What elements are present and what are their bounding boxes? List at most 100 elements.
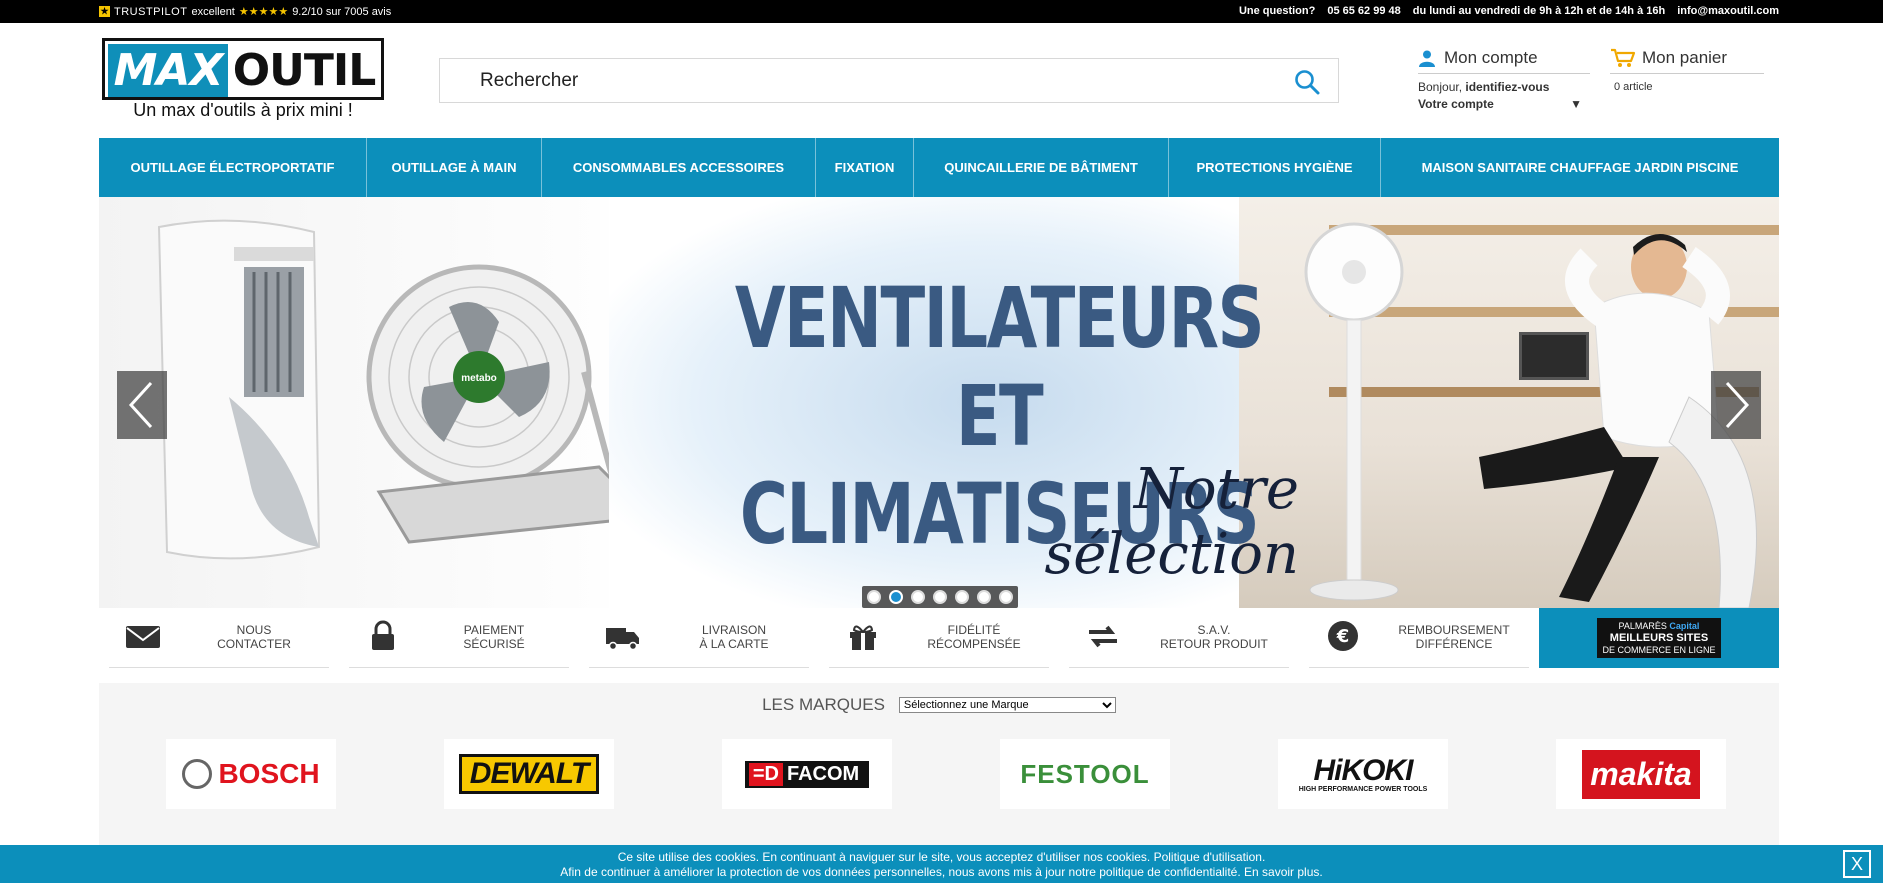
slider-pagination bbox=[862, 586, 1018, 608]
cookie-banner: Ce site utilise des cookies. En continua… bbox=[0, 845, 1883, 883]
reassurance-refund[interactable]: € REMBOURSEMENT DIFFÉRENCE bbox=[1299, 608, 1539, 668]
hero-slider[interactable]: metabo VENTILATEURS ET CLIMATISEURS Notr… bbox=[99, 197, 1779, 608]
brand-logo-hikoki[interactable]: HiKOKI HIGH PERFORMANCE POWER TOOLS bbox=[1278, 739, 1448, 809]
reassurance-label: PAIEMENT SÉCURISÉ bbox=[463, 623, 525, 651]
facom-logo: =D FACOM bbox=[744, 760, 870, 788]
brands-header: LES MARQUES Sélectionnez une Marque bbox=[99, 695, 1779, 715]
fan-brand-label: metabo bbox=[461, 373, 497, 384]
logo-box: MAX OUTIL bbox=[102, 38, 384, 100]
reassurance-contact[interactable]: NOUS CONTACTER bbox=[99, 608, 339, 668]
slider-dot[interactable] bbox=[867, 590, 881, 604]
opening-hours: du lundi au vendredi de 9h à 12h et de 1… bbox=[1412, 5, 1666, 17]
contact-info: Une question? 05 65 62 99 48 du lundi au… bbox=[1239, 5, 1779, 17]
brand-logo-facom[interactable]: =D FACOM bbox=[722, 739, 892, 809]
account-dropdown[interactable]: Votre compte ▼ bbox=[1418, 97, 1590, 111]
main-navigation: OUTILLAGE ÉLECTROPORTATIF OUTILLAGE À MA… bbox=[99, 138, 1779, 197]
account-title: Mon compte bbox=[1444, 48, 1538, 67]
greeting-text: Bonjour, bbox=[1418, 80, 1463, 94]
slider-dot[interactable] bbox=[889, 590, 903, 604]
cart-header: Mon panier bbox=[1610, 48, 1764, 74]
reassurance-payment[interactable]: PAIEMENT SÉCURISÉ bbox=[339, 608, 579, 668]
chevron-down-icon: ▼ bbox=[1570, 97, 1582, 111]
brand-logo-bosch[interactable]: BOSCH bbox=[166, 739, 336, 809]
slider-dot[interactable] bbox=[999, 590, 1013, 604]
air-conditioner-image bbox=[157, 219, 321, 560]
hikoki-subtitle: HIGH PERFORMANCE POWER TOOLS bbox=[1298, 785, 1428, 793]
nav-item-protections-hygiene[interactable]: PROTECTIONS HYGIÈNE bbox=[1169, 138, 1381, 197]
search-input[interactable] bbox=[440, 59, 1260, 102]
brand-logo-dewalt[interactable]: DEWALT bbox=[444, 739, 614, 809]
lock-icon bbox=[372, 620, 394, 650]
makita-label: makita bbox=[1582, 749, 1700, 799]
reassurance-label: FIDÉLITÉ RÉCOMPENSÉE bbox=[927, 623, 1021, 651]
account-block[interactable]: Mon compte Bonjour, identifiez-vous Votr… bbox=[1418, 48, 1590, 111]
brand-logos: BOSCH DEWALT =D FACOM FESTOOL HiKOKI HIG… bbox=[166, 739, 1726, 809]
slide-subtitle: Notre sélection bbox=[1044, 457, 1300, 587]
dewalt-logo: DEWALT bbox=[458, 754, 600, 794]
hikoki-label: HiKOKI bbox=[1313, 753, 1413, 787]
reassurance-sav[interactable]: S.A.V. RETOUR PRODUIT bbox=[1059, 608, 1299, 668]
reassurance-label: NOUS CONTACTER bbox=[217, 623, 291, 651]
festool-label: FESTOOL bbox=[1020, 758, 1150, 789]
cookie-text-line1: Ce site utilise des cookies. En continua… bbox=[617, 850, 1266, 864]
truck-icon bbox=[606, 628, 639, 651]
cookie-text-line2: Afin de continuer à améliorer la protect… bbox=[560, 865, 1323, 879]
nav-item-outillage-electroportatif[interactable]: OUTILLAGE ÉLECTROPORTATIF bbox=[99, 138, 367, 197]
bosch-logo: BOSCH bbox=[182, 758, 320, 790]
identify-link[interactable]: identifiez-vous bbox=[1465, 80, 1549, 94]
trustpilot-rating-word: excellent bbox=[191, 5, 235, 18]
slider-next-button[interactable] bbox=[1711, 371, 1761, 439]
slider-dot[interactable] bbox=[911, 590, 925, 604]
logo-outil: OUTIL bbox=[232, 45, 377, 96]
palmares-brand: Capital bbox=[1669, 621, 1700, 631]
cart-count: 0 article bbox=[1614, 81, 1653, 93]
account-header: Mon compte bbox=[1418, 48, 1590, 74]
nav-item-outillage-a-main[interactable]: OUTILLAGE À MAIN bbox=[367, 138, 542, 197]
hikoki-logo: HiKOKI HIGH PERFORMANCE POWER TOOLS bbox=[1298, 753, 1428, 793]
slider-dot[interactable] bbox=[955, 590, 969, 604]
site-logo[interactable]: MAX OUTIL Un max d'outils à prix mini ! bbox=[102, 38, 384, 124]
question-label: Une question? bbox=[1238, 5, 1316, 17]
cookie-close-button[interactable]: X bbox=[1843, 850, 1871, 878]
nav-item-maison-sanitaire[interactable]: MAISON SANITAIRE CHAUFFAGE JARDIN PISCIN… bbox=[1381, 138, 1779, 197]
reassurance-label: LIVRAISON À LA CARTE bbox=[699, 623, 769, 651]
gift-icon bbox=[850, 625, 876, 650]
slider-prev-button[interactable] bbox=[117, 371, 167, 439]
chevron-left-icon bbox=[128, 381, 153, 429]
palmares-line2: MEILLEURS SITES bbox=[1609, 632, 1709, 644]
nav-item-quincaillerie[interactable]: QUINCAILLERIE DE BÂTIMENT bbox=[914, 138, 1169, 197]
phone-number[interactable]: 05 65 62 99 48 bbox=[1327, 5, 1400, 17]
search-icon[interactable] bbox=[1294, 69, 1320, 95]
palmares-badge[interactable]: PALMARÈS Capital MEILLEURS SITES DE COMM… bbox=[1539, 608, 1779, 668]
palmares-card: PALMARÈS Capital MEILLEURS SITES DE COMM… bbox=[1597, 618, 1721, 658]
palmares-line3: DE COMMERCE EN LIGNE bbox=[1602, 645, 1716, 655]
brand-logo-festool[interactable]: FESTOOL bbox=[1000, 739, 1170, 809]
chevron-right-icon bbox=[1725, 381, 1750, 429]
account-link: Votre compte bbox=[1418, 97, 1494, 111]
svg-text:€: € bbox=[1336, 626, 1350, 647]
brand-logo-makita[interactable]: makita bbox=[1556, 739, 1726, 809]
euro-icon: € bbox=[1328, 621, 1358, 651]
slider-dot[interactable] bbox=[933, 590, 947, 604]
reassurance-loyalty[interactable]: FIDÉLITÉ RÉCOMPENSÉE bbox=[819, 608, 1059, 668]
trustpilot-score: 9.2/10 sur 7005 avis bbox=[292, 5, 392, 18]
brands-title: LES MARQUES bbox=[762, 695, 885, 714]
slide-products-area: metabo bbox=[99, 197, 659, 608]
slide-office-scene bbox=[1239, 197, 1779, 608]
trustpilot-widget[interactable]: ★ TRUSTPILOT excellent ★★★★★ 9.2/10 sur … bbox=[99, 5, 391, 18]
dewalt-label: DEWALT bbox=[461, 757, 597, 791]
cart-block[interactable]: Mon panier 0 article bbox=[1610, 48, 1764, 93]
brand-select[interactable]: Sélectionnez une Marque bbox=[898, 697, 1116, 713]
search-bar bbox=[439, 58, 1339, 103]
nav-item-consommables-accessoires[interactable]: CONSOMMABLES ACCESSOIRES bbox=[542, 138, 816, 197]
logo-max: MAX bbox=[108, 44, 228, 97]
nav-item-fixation[interactable]: FIXATION bbox=[816, 138, 914, 197]
reassurance-delivery[interactable]: LIVRAISON À LA CARTE bbox=[579, 608, 819, 668]
slider-dot[interactable] bbox=[977, 590, 991, 604]
cart-title: Mon panier bbox=[1642, 48, 1728, 67]
trustpilot-brand: TRUSTPILOT bbox=[114, 5, 188, 18]
cart-icon bbox=[1611, 48, 1636, 67]
account-greeting: Bonjour, identifiez-vous bbox=[1418, 80, 1590, 94]
logo-tagline: Un max d'outils à prix mini ! bbox=[133, 100, 353, 120]
email-link[interactable]: info@maxoutil.com bbox=[1677, 5, 1779, 17]
